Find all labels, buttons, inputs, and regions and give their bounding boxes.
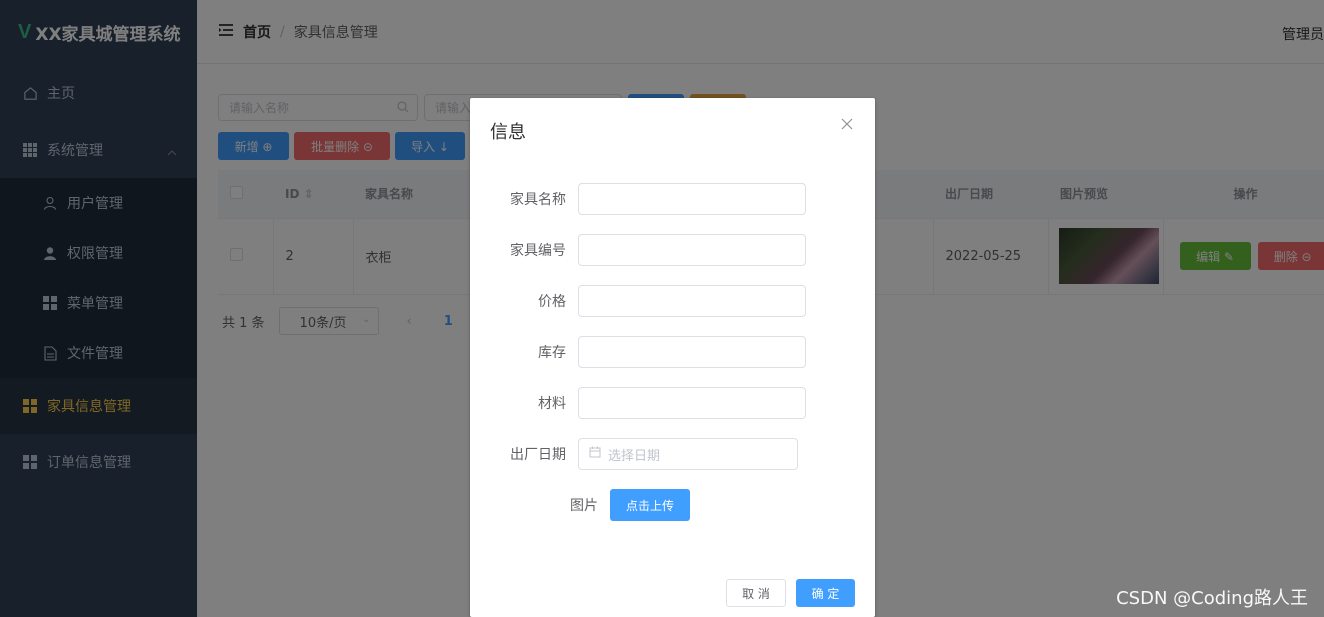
calendar-icon [589, 446, 601, 462]
date-picker[interactable]: 选择日期 [578, 438, 798, 470]
material-label: 材料 [538, 396, 566, 412]
stock-label: 库存 [538, 345, 566, 361]
confirm-button[interactable]: 确 定 [796, 579, 855, 607]
form-row-code: 家具编号 [470, 234, 875, 266]
form-row-stock: 库存 [470, 336, 875, 368]
material-input[interactable] [578, 387, 806, 419]
price-label: 价格 [538, 294, 566, 310]
form-row-date: 出厂日期 选择日期 [470, 438, 875, 470]
date-placeholder: 选择日期 [608, 448, 661, 464]
form-row-material: 材料 [470, 387, 875, 419]
close-icon[interactable] [841, 118, 853, 130]
name-label: 家具名称 [510, 192, 566, 208]
watermark-text: CSDN @Coding路人王 [1116, 588, 1308, 609]
stock-input[interactable] [578, 336, 806, 368]
image-label: 图片 [570, 498, 598, 514]
name-input[interactable] [578, 183, 806, 215]
form-row-price: 价格 [470, 285, 875, 317]
code-label: 家具编号 [510, 243, 566, 259]
form-row-image: 图片 点击上传 [470, 489, 875, 521]
code-input[interactable] [578, 234, 806, 266]
upload-button[interactable]: 点击上传 [610, 489, 690, 521]
form-row-name: 家具名称 [470, 183, 875, 215]
info-dialog: 信息 家具名称 家具编号 价格 库存 材料 出厂日期 选择日期 图片 点击上传 … [470, 98, 875, 617]
date-label: 出厂日期 [510, 447, 566, 463]
dialog-title: 信息 [490, 122, 526, 143]
price-input[interactable] [578, 285, 806, 317]
cancel-button[interactable]: 取 消 [726, 579, 786, 607]
